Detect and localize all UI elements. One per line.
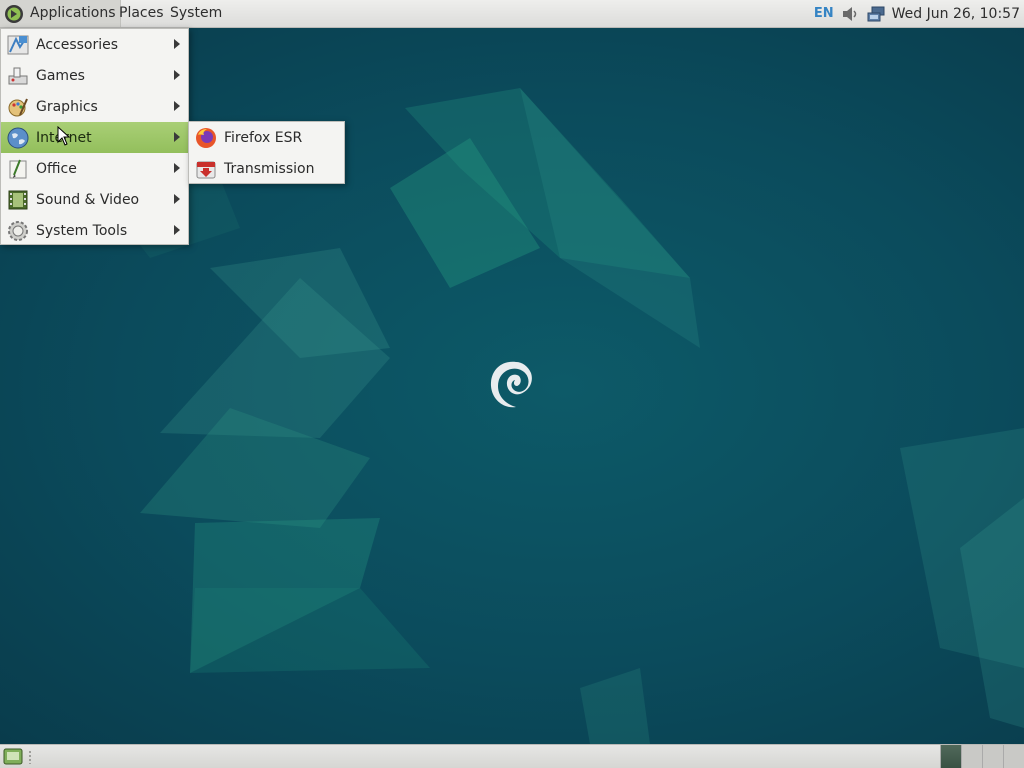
transmission-icon — [196, 161, 216, 178]
workspace-1[interactable] — [940, 745, 961, 768]
show-desktop-icon[interactable] — [3, 748, 23, 765]
workspace-4[interactable] — [1003, 745, 1024, 768]
workspace-3[interactable] — [982, 745, 1003, 768]
menu-item-label: System Tools — [36, 222, 128, 239]
gnome-foot-icon — [5, 4, 23, 23]
places-menu-button[interactable]: Places — [115, 0, 168, 27]
menu-item-transmission[interactable]: Transmission — [189, 153, 344, 184]
film-strip-icon — [8, 190, 28, 209]
submenu-arrow-icon — [174, 163, 180, 173]
submenu-arrow-icon — [174, 132, 180, 142]
applications-menu: Accessories Games Graphics Internet — [0, 28, 189, 245]
keyboard-layout-indicator[interactable]: EN — [814, 6, 834, 21]
menu-item-firefox-esr[interactable]: Firefox ESR — [189, 122, 344, 153]
system-tray: EN Wed Jun 26, 10:57 — [814, 0, 1024, 27]
submenu-arrow-icon — [174, 194, 180, 204]
menu-item-internet[interactable]: Internet — [1, 122, 188, 153]
menu-item-graphics[interactable]: Graphics — [1, 91, 188, 122]
menu-item-games[interactable]: Games — [1, 60, 188, 91]
menu-item-label: Games — [36, 67, 85, 84]
system-menu-button[interactable]: System — [166, 0, 226, 27]
internet-submenu: Firefox ESR Transmission — [188, 121, 345, 184]
menu-item-label: Sound & Video — [36, 191, 140, 208]
accessories-icon — [7, 35, 29, 54]
panel-drag-handle[interactable] — [28, 750, 32, 764]
internet-globe-icon — [7, 127, 29, 148]
clock[interactable]: Wed Jun 26, 10:57 — [892, 6, 1020, 22]
menu-item-sound-video[interactable]: Sound & Video — [1, 184, 188, 215]
games-icon — [8, 67, 28, 84]
submenu-arrow-icon — [174, 101, 180, 111]
menu-item-label: Accessories — [36, 36, 119, 53]
speaker-icon[interactable] — [840, 4, 860, 24]
top-panel: Applications Places System EN Wed Jun 26… — [0, 0, 1024, 28]
menu-item-label: Transmission — [224, 160, 315, 177]
menu-item-accessories[interactable]: Accessories — [1, 29, 188, 60]
submenu-arrow-icon — [174, 70, 180, 80]
mouse-cursor-icon — [57, 126, 71, 146]
submenu-arrow-icon — [174, 39, 180, 49]
submenu-arrow-icon — [174, 225, 180, 235]
gear-icon — [8, 220, 28, 241]
network-wired-icon[interactable] — [866, 4, 886, 24]
firefox-icon — [196, 127, 216, 148]
menu-item-office[interactable]: Office — [1, 153, 188, 184]
menu-item-label: Graphics — [36, 98, 98, 115]
office-icon — [9, 159, 27, 178]
graphics-icon — [8, 98, 28, 116]
applications-label: Applications — [30, 5, 116, 21]
workspace-2[interactable] — [961, 745, 982, 768]
workspace-switcher — [940, 745, 1024, 768]
applications-menu-button[interactable]: Applications — [0, 0, 121, 27]
menu-item-system-tools[interactable]: System Tools — [1, 215, 188, 246]
bottom-panel — [0, 744, 1024, 768]
menu-item-label: Firefox ESR — [224, 129, 303, 146]
menu-item-label: Office — [36, 160, 77, 177]
debian-swirl-logo — [490, 361, 532, 408]
